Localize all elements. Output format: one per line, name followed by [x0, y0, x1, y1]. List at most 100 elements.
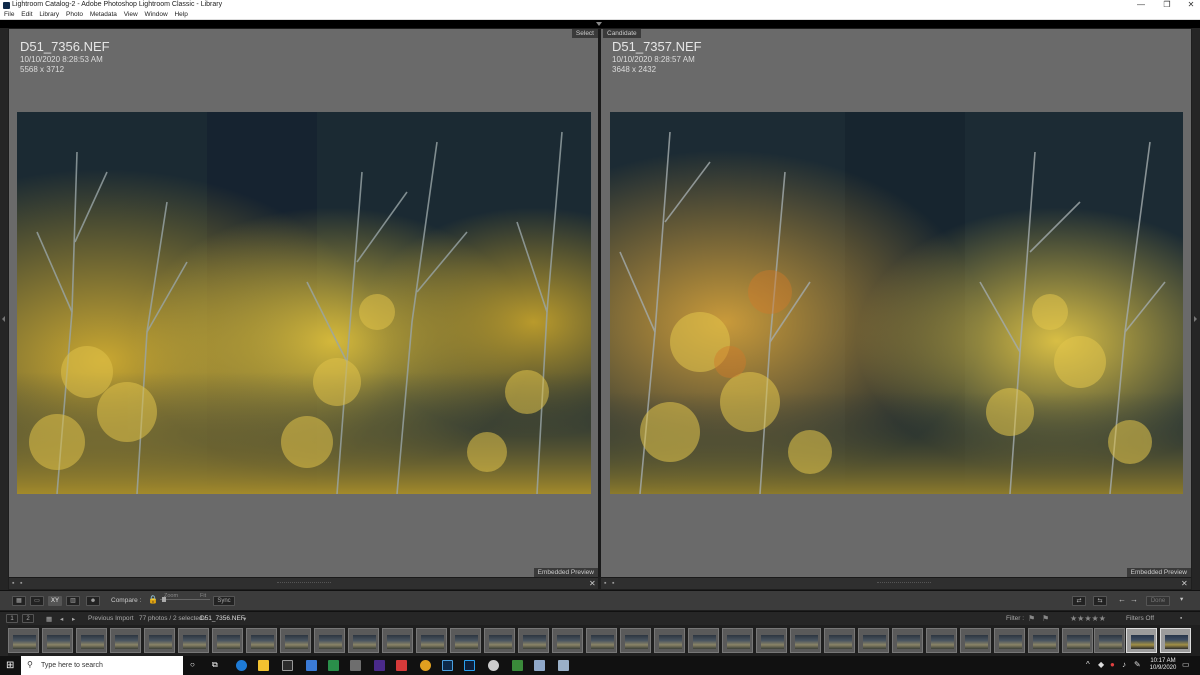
next-photo-icon[interactable]: → — [1130, 595, 1138, 604]
filmstrip-thumb[interactable] — [926, 628, 957, 653]
sync-button[interactable]: Sync — [213, 596, 235, 606]
menu-window[interactable]: Window — [145, 10, 168, 20]
flag-small-icon[interactable]: ▪ — [604, 580, 606, 587]
filmstrip-thumb[interactable] — [144, 628, 175, 653]
source-label[interactable]: Previous Import — [88, 615, 134, 622]
dropbox-icon[interactable]: ◆ — [1098, 660, 1104, 669]
filmstrip-thumb[interactable] — [314, 628, 345, 653]
flag-small-icon[interactable]: ▪ — [20, 580, 22, 587]
menu-library[interactable]: Library — [39, 10, 59, 20]
store-icon[interactable] — [282, 660, 293, 671]
menu-photo[interactable]: Photo — [66, 10, 83, 20]
compare-view-button[interactable]: XY — [48, 596, 62, 606]
taskbar-search-box[interactable]: Type here to search — [21, 656, 183, 675]
grid-view-icon[interactable]: ▦ — [12, 596, 26, 606]
filmstrip-thumb[interactable] — [620, 628, 651, 653]
filmstrip-thumb[interactable] — [76, 628, 107, 653]
filmstrip-thumb-selected[interactable] — [1126, 628, 1157, 653]
star-filter-icon[interactable]: ★★★★★ — [1070, 614, 1106, 623]
filmstrip-thumb[interactable] — [1094, 628, 1125, 653]
filmstrip-thumb[interactable] — [552, 628, 583, 653]
filmstrip-thumb[interactable] — [518, 628, 549, 653]
zoom-slider-knob[interactable] — [162, 597, 166, 602]
survey-view-icon[interactable]: ▥ — [66, 596, 80, 606]
collapse-top-panel-icon[interactable] — [596, 22, 602, 26]
pdf-icon[interactable] — [396, 660, 407, 671]
close-window-button[interactable]: ✕ — [1178, 0, 1200, 10]
filmstrip-thumb[interactable] — [348, 628, 379, 653]
back-arrow-icon[interactable]: ◂ — [60, 615, 63, 623]
left-panel-toggle[interactable] — [0, 28, 8, 590]
filmstrip-thumb[interactable] — [416, 628, 447, 653]
menu-help[interactable]: Help — [174, 10, 187, 20]
filmstrip-thumb[interactable] — [484, 628, 515, 653]
notepad-icon[interactable] — [558, 660, 569, 671]
calculator-icon[interactable] — [350, 660, 361, 671]
chevron-up-icon[interactable]: ^ — [1086, 660, 1090, 669]
filmstrip-thumb[interactable] — [280, 628, 311, 653]
filmstrip[interactable] — [0, 625, 1200, 656]
lock-icon[interactable]: 🔒 — [148, 595, 158, 604]
grid-small-icon[interactable]: ▦ — [46, 615, 52, 623]
filmstrip-thumb[interactable] — [756, 628, 787, 653]
right-panel-toggle[interactable] — [1192, 28, 1200, 590]
terminal-icon[interactable] — [512, 660, 523, 671]
network-app-icon[interactable] — [534, 660, 545, 671]
filmstrip-left-arrow-icon[interactable] — [0, 625, 8, 656]
filmstrip-thumb[interactable] — [42, 628, 73, 653]
people-view-icon[interactable]: ☻ — [86, 596, 100, 606]
primary-window-button[interactable]: 1 — [6, 614, 18, 623]
close-candidate-icon[interactable]: ✕ — [1181, 579, 1188, 588]
filmstrip-thumb[interactable] — [994, 628, 1025, 653]
menu-view[interactable]: View — [124, 10, 138, 20]
filmstrip-thumb[interactable] — [1062, 628, 1093, 653]
spreadsheet-icon[interactable] — [328, 660, 339, 671]
filmstrip-thumb[interactable] — [450, 628, 481, 653]
expand-right-panel-icon[interactable] — [1194, 316, 1197, 322]
taskbar-clock[interactable]: 10:17 AM 10/9/2020 — [1148, 658, 1178, 672]
forward-arrow-icon[interactable]: ▸ — [72, 615, 75, 623]
lock-icon[interactable]: ▪ — [1180, 615, 1182, 622]
media-player-icon[interactable] — [488, 660, 499, 671]
loupe-view-icon[interactable]: ▭ — [30, 596, 44, 606]
zoom-slider[interactable] — [160, 597, 210, 602]
filmstrip-thumb[interactable] — [790, 628, 821, 653]
filmstrip-thumb[interactable] — [960, 628, 991, 653]
filmstrip-thumb[interactable] — [382, 628, 413, 653]
done-button[interactable]: Done — [1146, 596, 1170, 606]
chevron-down-icon[interactable]: ▾ — [243, 615, 246, 623]
flag-filter-icon[interactable]: ⚑ — [1028, 614, 1035, 623]
task-view-icon[interactable]: ⧉ — [212, 660, 218, 670]
filmstrip-thumb[interactable] — [246, 628, 277, 653]
file-explorer-icon[interactable] — [258, 660, 269, 671]
secondary-window-button[interactable]: 2 — [22, 614, 34, 623]
notifications-icon[interactable]: ▭ — [1182, 660, 1190, 669]
close-select-icon[interactable]: ✕ — [589, 579, 596, 588]
chrome-icon[interactable] — [420, 660, 431, 671]
previous-photo-icon[interactable]: ← — [1118, 595, 1126, 604]
filmstrip-thumb[interactable] — [722, 628, 753, 653]
menu-file[interactable]: File — [4, 10, 14, 20]
lock-small-icon[interactable]: ▪ — [12, 580, 14, 587]
filmstrip-thumb[interactable] — [110, 628, 141, 653]
rating-dots[interactable] — [277, 582, 331, 584]
candidate-photo[interactable] — [610, 112, 1183, 494]
security-icon[interactable]: ● — [1110, 660, 1115, 669]
filmstrip-thumb[interactable] — [1028, 628, 1059, 653]
filmstrip-thumb-selected[interactable] — [1160, 628, 1191, 653]
top-panel-toggle-bar[interactable] — [0, 20, 1200, 28]
chevron-down-icon[interactable]: ▾ — [1180, 595, 1183, 603]
maximize-button[interactable]: ❐ — [1154, 0, 1180, 10]
edge-icon[interactable] — [236, 660, 247, 671]
menu-metadata[interactable]: Metadata — [90, 10, 117, 20]
filmstrip-thumb[interactable] — [8, 628, 39, 653]
filmstrip-thumb[interactable] — [212, 628, 243, 653]
rating-dots[interactable] — [877, 582, 931, 584]
mail-icon[interactable] — [306, 660, 317, 671]
cortana-icon[interactable]: ○ — [190, 660, 195, 669]
filmstrip-thumb[interactable] — [654, 628, 685, 653]
minimize-button[interactable]: — — [1128, 0, 1154, 10]
filters-off-label[interactable]: Filters Off — [1126, 615, 1154, 622]
filmstrip-thumb[interactable] — [586, 628, 617, 653]
windows-start-icon[interactable]: ⊞ — [6, 660, 14, 671]
